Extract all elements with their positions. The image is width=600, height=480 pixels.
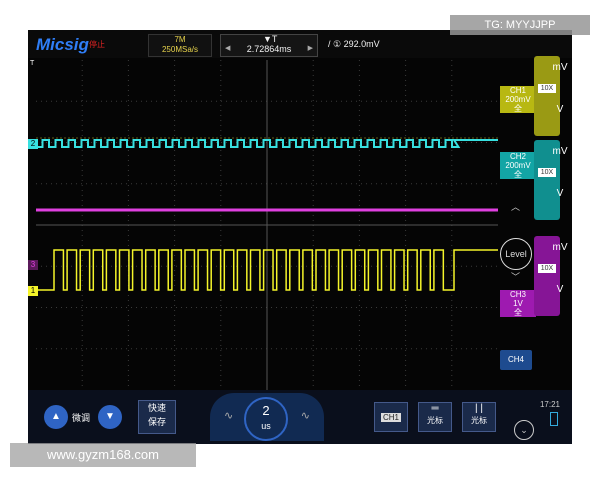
triangle-up-icon[interactable]: ▲: [44, 405, 68, 429]
ch1-volt: V: [556, 104, 564, 115]
wave-left-icon[interactable]: ∿: [224, 409, 233, 422]
ch1-marker[interactable]: 1: [28, 286, 38, 296]
trigger-position-box[interactable]: ▼T ◀ 2.72864ms ▶: [220, 34, 318, 57]
watermark-website: www.gyzm168.com: [10, 443, 196, 467]
quick-save-button[interactable]: 快速 保存: [138, 400, 176, 434]
ch3-settings-button[interactable]: mV 10X V: [534, 236, 568, 316]
chevron-up-icon[interactable]: ︿: [511, 200, 520, 213]
sample-rate: 250MSa/s: [161, 45, 199, 54]
trigger-marker: ▼T: [263, 34, 278, 44]
chevron-circle-down-icon[interactable]: ⌄: [514, 420, 534, 440]
ch3-marker[interactable]: 3: [28, 260, 38, 270]
cursor1-label: 光标: [427, 416, 443, 425]
ch2-coupling: 全: [514, 170, 522, 179]
right-channel-panel: 正常 CH1 200mV 全 mV 10X V CH2 200mV 全 mV 1…: [498, 56, 572, 390]
ch1-probe: 10X: [538, 84, 556, 93]
level-knob[interactable]: Level: [500, 238, 532, 270]
source-select-button[interactable]: CH1: [374, 402, 408, 432]
trigger-position: 2.72864ms: [246, 44, 292, 54]
oscilloscope-screen: Micsig 停止 7M 250MSa/s ▼T ◀ 2.72864ms ▶ /…: [28, 30, 572, 444]
wave-right-icon[interactable]: ∿: [301, 409, 310, 422]
battery-icon: [550, 412, 558, 426]
cursor-horizontal-button[interactable]: ═ 光标: [418, 402, 452, 432]
timebase-control[interactable]: ∿ 2 us ∿: [210, 393, 324, 441]
ch4-button[interactable]: CH4: [500, 350, 532, 370]
clock: 17:21: [539, 400, 560, 409]
ch2-name: CH2: [509, 152, 526, 161]
ch3-coupling: 全: [514, 308, 522, 317]
timebase-value: 2: [262, 403, 270, 418]
trigger-settings[interactable]: / ① 292.0mV: [328, 39, 380, 50]
ch2-label[interactable]: CH2 200mV 全: [500, 152, 536, 179]
horizontal-cursor-icon: ═: [431, 403, 439, 414]
fine-adjust-label: 微调: [72, 413, 91, 423]
ch2-probe: 10X: [538, 168, 556, 177]
source-label: CH1: [380, 413, 401, 422]
ch1-unit: mV: [552, 62, 568, 73]
waveform-display[interactable]: T 2 3 1: [28, 60, 498, 390]
cursor-vertical-button[interactable]: | | 光标: [462, 402, 496, 432]
rising-edge-icon: /: [328, 39, 331, 49]
brand-logo: Micsig: [36, 35, 89, 54]
ch2-volt: V: [556, 188, 564, 199]
trigger-level: ① 292.0mV: [333, 39, 380, 49]
ch1-coupling: 全: [514, 104, 522, 113]
run-state: 停止: [89, 40, 105, 49]
arrow-right-icon: ▶: [307, 45, 313, 52]
cursor2-label: 光标: [471, 416, 487, 425]
memory-depth: 7M: [174, 35, 186, 44]
ch2-unit: mV: [552, 146, 568, 157]
timebase-unit: us: [261, 421, 271, 431]
triangle-down-icon[interactable]: ▼: [98, 405, 122, 429]
ch2-scale: 200mV: [505, 161, 531, 170]
ch2-settings-button[interactable]: mV 10X V: [534, 140, 568, 220]
vertical-cursor-icon: | |: [475, 403, 483, 414]
ch3-name: CH3: [509, 290, 526, 299]
ch1-settings-button[interactable]: mV 10X V: [534, 56, 568, 136]
ch3-label[interactable]: CH3 1V 全: [500, 290, 536, 317]
ch1-scale: 200mV: [505, 95, 531, 104]
bottom-toolbar: ▲ 微调 ▼ 快速 保存 ∿ 2 us ∿ CH1 ═ 光标 | | 光标 17…: [28, 390, 572, 444]
ch2-marker[interactable]: 2: [28, 139, 38, 149]
ch3-probe: 10X: [538, 264, 556, 273]
trigger-t-marker: T: [30, 60, 35, 67]
ch3-unit: mV: [552, 242, 568, 253]
acquisition-info[interactable]: 7M 250MSa/s: [148, 34, 212, 57]
ch1-label[interactable]: CH1 200mV 全: [500, 86, 536, 113]
watermark-tg: TG: MYYJJPP: [450, 15, 590, 35]
waveform-svg: [36, 60, 498, 390]
ch3-scale: 1V: [513, 299, 523, 308]
ch1-name: CH1: [509, 86, 526, 95]
timebase-knob[interactable]: 2 us: [244, 397, 288, 441]
ch3-volt: V: [556, 284, 564, 295]
level-label: Level: [505, 249, 527, 259]
chevron-down-icon[interactable]: ﹀: [511, 270, 520, 283]
